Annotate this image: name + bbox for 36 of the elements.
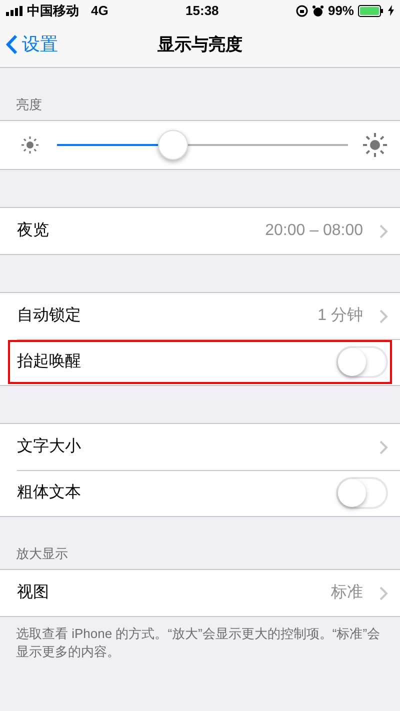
settings-row[interactable]: 文字大小	[0, 424, 400, 470]
row-label: 抬起唤醒	[17, 352, 82, 372]
status-time: 15:38	[184, 2, 220, 20]
carrier-name: 中国移动	[27, 2, 79, 20]
slider-thumb[interactable]	[158, 130, 188, 160]
large-sun-icon	[362, 132, 388, 158]
row-label: 视图	[17, 582, 50, 603]
row-value: 1 分钟	[318, 306, 363, 326]
chevron-icon	[379, 308, 388, 324]
network-type: 4G	[91, 2, 108, 20]
alarm-icon	[312, 4, 324, 16]
chevron-icon	[379, 586, 388, 600]
signal-icon	[6, 6, 23, 16]
row-label: 夜览	[17, 220, 50, 241]
back-icon[interactable]	[6, 34, 18, 54]
settings-row[interactable]: 自动锁定 1 分钟	[0, 293, 400, 339]
footer-note: 选取查看 iPhone 的方式。“放大”会显示更大的控制项。“标准”会显示更多的内容。	[15, 625, 382, 661]
toggle-switch[interactable]	[336, 346, 388, 378]
settings-row[interactable]: 夜览 20:00 – 08:00	[0, 208, 400, 254]
row-label: 自动锁定	[17, 306, 82, 326]
row-value: 20:00 – 08:00	[265, 221, 363, 241]
page-title: 显示与亮度	[158, 34, 242, 56]
row-label: 文字大小	[17, 436, 82, 457]
settings-row[interactable]: 视图 标准	[0, 570, 400, 616]
row-label: 粗体文本	[17, 482, 82, 503]
back-button[interactable]: 设置	[0, 30, 64, 58]
battery-percent: 99%	[328, 2, 354, 20]
row-value: 标准	[331, 583, 363, 603]
chevron-icon	[379, 440, 388, 454]
battery-icon	[358, 4, 384, 16]
charging-icon	[388, 5, 394, 16]
rotation-lock-icon	[296, 4, 308, 16]
toggle-switch[interactable]	[336, 477, 388, 509]
chevron-icon	[379, 224, 388, 238]
section-header: 放大显示	[16, 544, 68, 562]
section-header: 亮度	[16, 96, 42, 114]
